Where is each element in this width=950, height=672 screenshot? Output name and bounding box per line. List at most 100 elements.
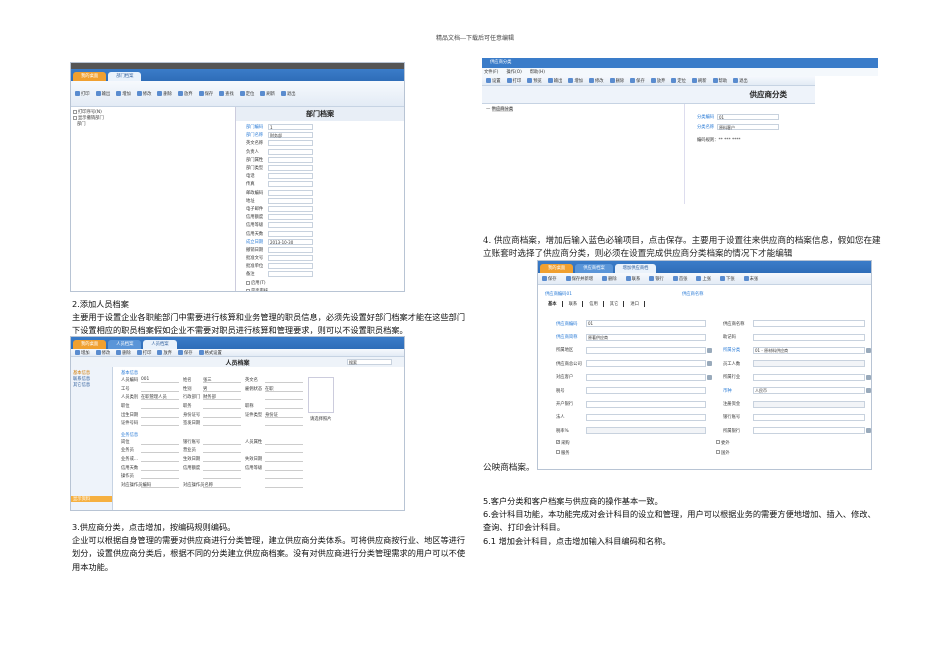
checkbox[interactable] <box>246 289 250 291</box>
field-input[interactable] <box>753 333 865 341</box>
field-input[interactable] <box>265 403 303 410</box>
field-input[interactable] <box>265 465 303 471</box>
lookup-icon[interactable] <box>866 347 871 353</box>
lookup-icon[interactable] <box>866 374 871 380</box>
checkbox[interactable] <box>73 109 77 114</box>
toolbar-button[interactable]: 帮助 <box>712 78 727 84</box>
side-footer[interactable]: 显示资料 <box>71 496 112 502</box>
toolbar-button[interactable]: 打印 <box>506 78 521 84</box>
tree-item[interactable]: 供应商分类 <box>491 107 514 112</box>
form-checkbox[interactable]: 服务 <box>556 450 716 456</box>
toolbar-button[interactable]: 退出 <box>733 78 748 84</box>
toolbar-button[interactable]: 删除 <box>602 276 617 282</box>
field-input[interactable] <box>265 447 303 454</box>
field-input[interactable]: 原料客户 <box>717 124 779 130</box>
field-input[interactable] <box>141 386 179 392</box>
field-input[interactable] <box>203 447 241 454</box>
field-input[interactable]: 2013-10-30 <box>268 238 313 245</box>
lookup-icon[interactable] <box>707 374 712 380</box>
toolbar-button[interactable]: 输出 <box>547 78 562 84</box>
form-checkbox[interactable]: 启用(T) <box>246 279 404 288</box>
field-input[interactable] <box>753 400 865 408</box>
field-input[interactable] <box>265 473 303 480</box>
field-input[interactable]: 财务部 <box>268 132 313 139</box>
field-input[interactable] <box>265 482 303 488</box>
field-input[interactable] <box>265 439 303 445</box>
field-input[interactable] <box>265 394 303 401</box>
toolbar-button[interactable]: 保存 <box>630 78 645 84</box>
sub-tab[interactable]: 进口 <box>630 301 645 307</box>
form-checkbox[interactable]: 委外 <box>716 440 816 446</box>
field-input[interactable] <box>586 427 706 435</box>
toolbar-button[interactable]: 保存并新增 <box>565 276 593 282</box>
field-input[interactable] <box>141 447 179 454</box>
tab-item[interactable]: 我的桌面 <box>73 72 107 81</box>
sub-tab[interactable]: 信用 <box>589 301 604 307</box>
field-input[interactable] <box>268 197 313 204</box>
toolbar-button[interactable]: 格式设置 <box>198 350 222 356</box>
toolbar-button[interactable]: 刷新 <box>691 78 707 84</box>
toolbar-button[interactable]: 上张 <box>696 276 711 282</box>
tab-item[interactable]: 我的桌面 <box>540 264 574 273</box>
toolbar-button[interactable]: 下张 <box>720 276 735 282</box>
field-input[interactable]: 身份证 <box>265 412 303 418</box>
field-input[interactable] <box>265 456 303 463</box>
field-input[interactable] <box>268 246 313 253</box>
field-input[interactable] <box>753 427 865 435</box>
field-input[interactable]: 在职管理人员 <box>141 394 179 401</box>
tab-item[interactable]: 人员档案 <box>108 340 142 349</box>
field-input[interactable] <box>268 156 313 163</box>
field-input[interactable] <box>203 439 241 445</box>
field-input[interactable] <box>268 181 313 188</box>
field-input[interactable] <box>268 148 313 155</box>
toolbar-button[interactable]: 首张 <box>672 276 687 282</box>
field-input[interactable] <box>141 439 179 445</box>
lookup-icon[interactable] <box>707 347 712 353</box>
toolbar-button[interactable]: 保存 <box>177 350 193 356</box>
toolbar-button[interactable]: 放弃 <box>157 350 172 356</box>
field-input[interactable] <box>141 403 179 410</box>
menu-item[interactable]: 帮助(H) <box>530 69 545 75</box>
field-input[interactable] <box>141 412 179 418</box>
field-input[interactable]: 男 <box>203 386 241 392</box>
field-input[interactable] <box>141 420 179 427</box>
field-input[interactable]: 001 <box>141 377 179 384</box>
toolbar-button[interactable]: 删除 <box>116 350 131 356</box>
lookup-icon[interactable] <box>866 388 871 394</box>
sub-tab[interactable]: 其它 <box>610 301 625 307</box>
toolbar-button[interactable]: 打印 <box>75 91 90 97</box>
toolbar-button[interactable]: 保存 <box>542 276 557 282</box>
field-input[interactable] <box>586 387 706 395</box>
side-item[interactable]: 其它信息 <box>73 382 110 388</box>
checkbox[interactable] <box>716 450 720 455</box>
field-input[interactable] <box>268 214 313 221</box>
field-input[interactable] <box>586 360 706 368</box>
field-input[interactable] <box>753 373 865 381</box>
form-checkbox[interactable]: 是否审核 <box>246 287 404 291</box>
lookup-icon[interactable] <box>707 361 712 367</box>
field-input[interactable] <box>203 412 241 418</box>
field-input[interactable] <box>141 465 179 471</box>
field-input[interactable]: 张三 <box>203 377 241 384</box>
field-input[interactable] <box>753 360 865 368</box>
field-input[interactable]: 原著供应商 <box>586 333 706 341</box>
field-input[interactable] <box>203 482 241 488</box>
field-input[interactable] <box>141 482 179 488</box>
sub-tab[interactable]: 联系 <box>569 301 584 307</box>
field-input[interactable] <box>268 230 313 237</box>
toolbar-button[interactable]: 设置 <box>486 78 501 84</box>
field-input[interactable]: 财务部 <box>203 394 241 401</box>
toolbar-button[interactable]: 增加 <box>75 350 90 356</box>
field-input[interactable] <box>203 420 241 427</box>
field-input[interactable] <box>268 173 313 180</box>
toolbar-button[interactable]: 放弃 <box>650 78 665 84</box>
form-checkbox[interactable]: ✓采购 <box>556 440 716 446</box>
toolbar-button[interactable]: 保存 <box>198 91 213 97</box>
toolbar-button[interactable]: 修改 <box>136 91 151 97</box>
tab-item[interactable]: 我的桌面 <box>73 340 107 349</box>
tab-item[interactable]: 部门档案 <box>108 72 142 81</box>
toolbar-button[interactable]: 联系 <box>625 276 640 282</box>
checkbox[interactable] <box>716 440 720 445</box>
checkbox[interactable] <box>246 280 250 285</box>
tab-item[interactable]: 人员档案 <box>143 340 177 349</box>
